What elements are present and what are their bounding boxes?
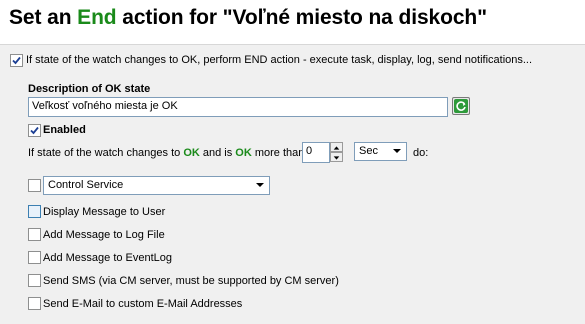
refresh-icon — [454, 99, 468, 113]
duration-spinner[interactable] — [330, 142, 343, 163]
display-message-label: Display Message to User — [43, 206, 166, 218]
send-email-label: Send E-Mail to custom E-Mail Addresses — [43, 298, 243, 310]
enabled-checkbox[interactable] — [28, 124, 41, 137]
checkmark-icon — [30, 126, 39, 135]
page-title: Set an End action for "Voľné miesto na d… — [9, 6, 487, 30]
spin-up-button[interactable] — [330, 142, 343, 152]
refresh-button[interactable] — [452, 97, 470, 115]
description-value: Veľkosť voľného miesta je OK — [32, 100, 178, 112]
description-input[interactable]: Veľkosť voľného miesta je OK — [28, 97, 448, 117]
condition-ok-1: OK — [183, 147, 200, 159]
log-file-checkbox[interactable] — [28, 228, 41, 241]
spin-down-button[interactable] — [330, 152, 343, 162]
do-label: do: — [413, 147, 429, 159]
condition-ok-2: OK — [235, 147, 252, 159]
title-part-1: Set an — [9, 6, 78, 29]
settings-panel: If state of the watch changes to OK, per… — [0, 45, 585, 324]
chevron-down-icon — [333, 156, 340, 160]
send-email-checkbox[interactable] — [28, 297, 41, 310]
log-file-label: Add Message to Log File — [43, 229, 165, 241]
title-accent: End — [77, 6, 117, 29]
eventlog-label: Add Message to EventLog — [43, 252, 173, 264]
condition-prefix: If state of the watch changes to — [28, 147, 184, 159]
perform-end-action-label: If state of the watch changes to OK, per… — [26, 54, 533, 66]
condition-text: If state of the watch changes to OK and … — [28, 147, 304, 160]
dropdown-arrow-icon — [393, 149, 401, 153]
time-unit-select[interactable]: Sec — [354, 142, 407, 161]
title-bar: Set an End action for "Voľné miesto na d… — [0, 0, 585, 45]
control-service-checkbox[interactable] — [28, 179, 41, 192]
enabled-label: Enabled — [43, 124, 86, 136]
eventlog-checkbox[interactable] — [28, 251, 41, 264]
send-sms-label: Send SMS (via CM server, must be support… — [43, 275, 339, 287]
control-service-value: Control Service — [48, 179, 124, 191]
description-heading: Description of OK state — [28, 83, 151, 95]
perform-end-action-checkbox[interactable] — [10, 54, 23, 67]
duration-input[interactable]: 0 — [302, 142, 330, 163]
title-part-2: action for "Voľné miesto na diskoch" — [116, 6, 488, 29]
condition-middle: and is — [199, 147, 236, 159]
display-message-checkbox[interactable] — [28, 205, 41, 218]
send-sms-checkbox[interactable] — [28, 274, 41, 287]
time-unit-value: Sec — [359, 145, 378, 157]
chevron-up-icon — [333, 146, 340, 150]
checkmark-icon — [12, 56, 21, 65]
duration-value: 0 — [306, 145, 313, 157]
dropdown-arrow-icon — [256, 183, 264, 187]
control-service-select[interactable]: Control Service — [43, 176, 270, 195]
condition-suffix: more than — [251, 147, 305, 159]
